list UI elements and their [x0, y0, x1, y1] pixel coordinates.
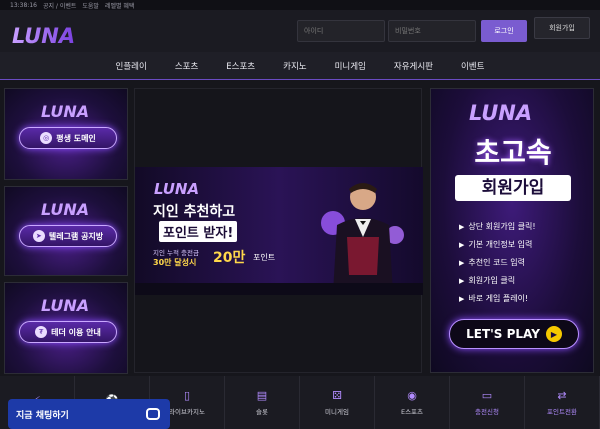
- logo-text: LUNA: [12, 24, 75, 48]
- signup-button[interactable]: 회원가입: [534, 17, 590, 39]
- step-3: ▶ 추천인 코드 입력: [459, 258, 525, 267]
- telegram-icon: ➤: [32, 230, 45, 242]
- credit-card-icon: ▭: [481, 388, 493, 402]
- phone-icon: ▯: [183, 388, 191, 402]
- nav-minigame[interactable]: 미니게임: [321, 60, 380, 72]
- clock: 13:38:16: [10, 1, 37, 9]
- quick-slot[interactable]: ▤ 슬롯: [225, 376, 300, 429]
- lets-play-button[interactable]: LET'S PLAY ▶: [449, 319, 579, 349]
- nav-inplay[interactable]: 인플레이: [102, 60, 161, 72]
- banner-title: 초고속: [474, 136, 552, 169]
- top-bar: 13:38:16 공지 / 이벤트 도움말 레벨별 혜택: [0, 0, 600, 10]
- quick-minigame[interactable]: ⚄ 미니게임: [300, 376, 375, 429]
- nav-board[interactable]: 자유게시판: [380, 60, 447, 72]
- nav-event[interactable]: 이벤트: [447, 60, 498, 72]
- quick-esports[interactable]: ◉ E스포츠: [375, 376, 450, 429]
- svg-text:LUNA: LUNA: [41, 102, 89, 121]
- tether-icon: ₮: [35, 326, 48, 338]
- dice-icon: ⚄: [332, 388, 342, 402]
- svg-text:LUNA: LUNA: [469, 101, 532, 125]
- quick-deposit[interactable]: ▭ 충전신청: [450, 376, 525, 429]
- referral-banner[interactable]: LUNA 지인 추천하고 포인트 받자! 지인 누적 충전금 30만 달성시 2…: [134, 88, 423, 373]
- nav-sports[interactable]: 스포츠: [161, 60, 212, 72]
- host-illustration: [321, 183, 404, 293]
- step-1: ▶ 상단 회원가입 클릭!: [459, 222, 536, 231]
- quick-point-exchange[interactable]: ⇄ 포인트전환: [525, 376, 600, 429]
- help-link[interactable]: 도움말: [82, 1, 99, 10]
- nav-esports[interactable]: E스포츠: [212, 60, 269, 72]
- headline-2: 포인트 받자!: [159, 221, 238, 242]
- slot-machine-icon: ▤: [256, 388, 268, 402]
- globe-icon: ◎: [40, 132, 53, 144]
- password-input[interactable]: 비밀번호: [388, 20, 476, 42]
- nav-casino[interactable]: 카지노: [269, 60, 320, 72]
- step-4: ▶ 회원가입 클릭: [459, 276, 516, 285]
- banner-subtitle: 회원가입: [455, 175, 571, 201]
- banner-logo: LUNA: [469, 101, 532, 125]
- svg-text:LUNA: LUNA: [41, 200, 89, 219]
- login-button[interactable]: 로그인: [481, 20, 527, 42]
- amount-unit: 포인트: [253, 253, 276, 262]
- signup-banner[interactable]: LUNA 초고속 회원가입 ▶ 상단 회원가입 클릭! ▶ 기본 개인정보 입력 ▶…: [430, 88, 594, 373]
- notice-link[interactable]: 공지 / 이벤트: [43, 1, 76, 10]
- play-icon: ▶: [545, 326, 562, 342]
- svg-text:LUNA: LUNA: [41, 296, 89, 315]
- banner-logo: LUNA: [41, 102, 89, 121]
- chat-bubble-icon: [146, 408, 160, 420]
- referral-banner-art: LUNA 지인 추천하고 포인트 받자! 지인 누적 충전금 30만 달성시 2…: [135, 167, 423, 295]
- telegram-pill[interactable]: ➤ 텔레그램 공지방: [19, 225, 117, 247]
- step-2: ▶ 기본 개인정보 입력: [459, 240, 533, 249]
- step-5: ▶ 바로 게임 플레이!: [459, 294, 529, 303]
- username-input[interactable]: 아이디: [297, 20, 385, 42]
- banner-telegram[interactable]: LUNA ➤ 텔레그램 공지방: [4, 186, 128, 276]
- banner-logo: LUNA: [41, 296, 89, 315]
- domain-pill[interactable]: ◎ 평생 도메인: [19, 127, 117, 149]
- gamepad-icon: ◉: [407, 388, 417, 402]
- amount: 20만: [213, 250, 246, 266]
- sub-1: 지인 누적 충전금: [153, 249, 199, 257]
- banner-domain[interactable]: LUNA ◎ 평생 도메인: [4, 88, 128, 180]
- banner-logo: LUNA: [154, 180, 199, 197]
- main-nav: 인플레이 스포츠 E스포츠 카지노 미니게임 자유게시판 이벤트: [0, 52, 600, 80]
- exchange-icon: ⇄: [557, 388, 567, 402]
- headline-1: 지인 추천하고: [153, 204, 236, 220]
- luna-logo[interactable]: LUNA: [10, 22, 88, 48]
- sub-2: 30만 달성시: [153, 258, 197, 267]
- banner-logo: LUNA: [41, 200, 89, 219]
- live-chat-button[interactable]: 지금 채팅하기: [8, 399, 170, 429]
- banner-tether[interactable]: LUNA ₮ 테더 이용 안내: [4, 282, 128, 374]
- svg-text:LUNA: LUNA: [154, 180, 199, 197]
- steps-strip: [135, 283, 423, 295]
- tether-pill[interactable]: ₮ 테더 이용 안내: [19, 321, 117, 343]
- level-benefit-link[interactable]: 레벨별 혜택: [105, 1, 135, 10]
